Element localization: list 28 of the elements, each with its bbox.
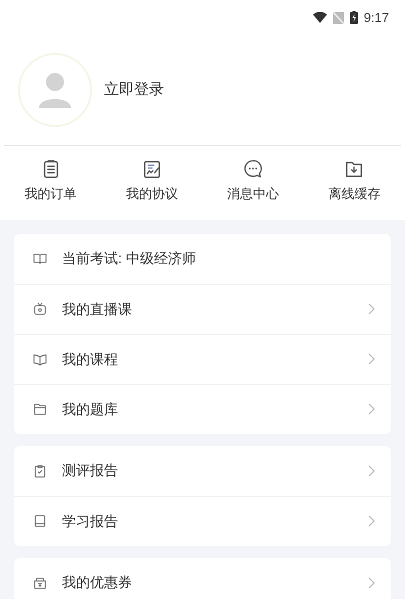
tv-icon <box>32 301 48 317</box>
menu-label: 我的课程 <box>62 350 119 368</box>
shortcut-button[interactable]: 我的订单 <box>0 158 102 204</box>
menu-row[interactable]: 我的题库 <box>14 384 391 434</box>
menu-label: 当前考试: 中级经济师 <box>62 249 197 268</box>
tablet-icon <box>32 513 48 529</box>
menu-label: 我的题库 <box>62 400 119 418</box>
folder-icon <box>32 401 48 417</box>
menu-row[interactable]: 当前考试: 中级经济师 <box>14 234 391 284</box>
shortcut-button[interactable]: 消息中心 <box>202 158 304 204</box>
chat-bubble-icon <box>242 158 264 180</box>
battery-icon <box>350 11 358 24</box>
menu-row[interactable]: 我的直播课 <box>14 284 391 334</box>
menu-row[interactable]: 我的课程 <box>14 334 391 384</box>
shortcut-button[interactable]: 我的协议 <box>101 158 202 204</box>
menu-label: 我的优惠券 <box>62 573 133 592</box>
signal-icon <box>332 12 344 24</box>
menu-row[interactable]: 测评报告 <box>14 446 391 496</box>
login-link[interactable]: 立即登录 <box>104 78 164 102</box>
clock-time: 9:17 <box>364 8 389 27</box>
menu-label: 测评报告 <box>62 461 119 480</box>
wifi-icon <box>312 12 327 23</box>
menu-row[interactable]: 学习报告 <box>14 496 391 546</box>
menu-label: 学习报告 <box>62 512 119 530</box>
checklist-icon <box>32 462 48 478</box>
shortcut-button[interactable]: 离线缓存 <box>304 158 405 204</box>
menu-row[interactable]: 我的优惠券 <box>14 558 391 599</box>
menu-label: 我的直播课 <box>62 300 133 318</box>
